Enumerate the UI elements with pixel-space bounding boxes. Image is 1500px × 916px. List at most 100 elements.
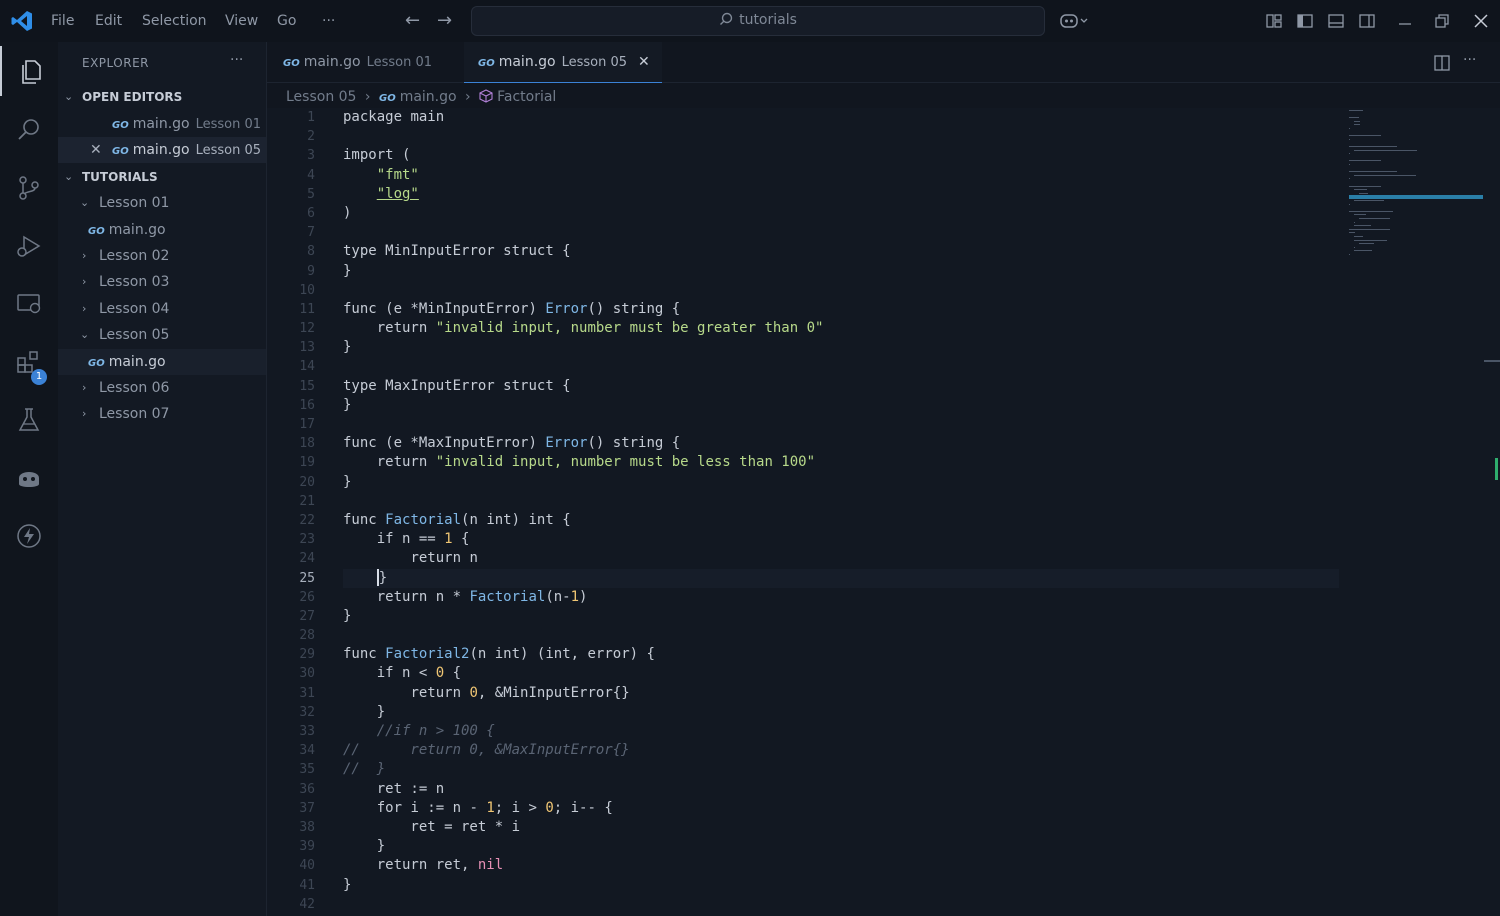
code-line: } [343, 339, 352, 356]
activity-remote-explorer[interactable] [0, 278, 58, 328]
minimize-icon[interactable] [1396, 12, 1414, 30]
activity-run-debug[interactable] [0, 220, 58, 270]
close-window-icon[interactable] [1472, 12, 1490, 30]
line-number: 18 [299, 436, 315, 452]
minimap-line [1353, 124, 1360, 126]
code-line: if n == 1 { [376, 531, 470, 548]
editor-more-actions-icon[interactable]: ··· [1463, 52, 1476, 68]
tree-folder-lesson-05[interactable]: ⌄ Lesson 05 [58, 322, 266, 348]
activity-explorer[interactable] [0, 46, 60, 96]
chevron-right-icon: › [82, 381, 87, 394]
workspace-section[interactable]: ⌄ TUTORIALS [58, 164, 266, 190]
line-number: 41 [299, 877, 315, 893]
tree-folder-lesson-01[interactable]: ⌄ Lesson 01 [58, 190, 266, 216]
forward-arrow-icon[interactable]: → [437, 10, 452, 31]
code-line: } [343, 607, 352, 624]
line-number: 24 [299, 551, 315, 567]
line-number: 3 [307, 148, 315, 164]
restore-icon[interactable] [1433, 12, 1451, 30]
minimap-line [1353, 221, 1355, 223]
chevron-down-icon: ⌄ [64, 90, 74, 103]
breadcrumb: Lesson 05 › GO main.go › Factorial [286, 86, 556, 108]
close-icon[interactable]: ✕ [90, 137, 102, 163]
close-tab-icon[interactable]: ✕ [638, 42, 650, 82]
code-line: func Factorial(n int) int { [343, 511, 571, 528]
line-number: 36 [299, 781, 315, 797]
minimap-line [1349, 232, 1355, 234]
menu-go[interactable]: Go [277, 0, 296, 42]
line-number: 29 [299, 647, 315, 663]
toggle-secondary-sidebar-icon[interactable] [1358, 12, 1376, 30]
customize-layout-icon[interactable] [1265, 12, 1283, 30]
line-number: 9 [307, 263, 315, 279]
menu-edit[interactable]: Edit [95, 0, 122, 42]
open-editor-item[interactable]: GO main.go Lesson 01 [58, 111, 266, 137]
activity-thunder-client[interactable] [0, 510, 58, 560]
code-line: func (e *MinInputError) Error() string { [343, 300, 681, 317]
line-number: 8 [307, 244, 315, 260]
line-number: 13 [299, 340, 315, 356]
code-content[interactable]: package main import ( "fmt" "log" ) type… [343, 108, 1343, 914]
breadcrumb-file[interactable]: GO main.go [379, 89, 457, 105]
line-number: 1 [307, 110, 315, 125]
code-line: func Factorial2(n int) (int, error) { [343, 646, 655, 663]
tab-main-go-lesson-01[interactable]: GO main.go Lesson 01 [267, 42, 463, 82]
tree-file-main-go-active[interactable]: GO main.go [58, 349, 266, 375]
split-editor-icon[interactable] [1433, 54, 1451, 72]
code-line: return "invalid input, number must be le… [376, 454, 816, 471]
vscode-logo-icon [11, 11, 32, 31]
menu-more[interactable]: ··· [322, 0, 335, 42]
activity-extensions[interactable]: 1 [0, 336, 58, 386]
editor-scrollbar[interactable] [1484, 108, 1500, 916]
line-number: 32 [299, 704, 315, 720]
minimap-line [1349, 210, 1394, 212]
chevron-right-icon: › [82, 275, 87, 288]
activity-bar: 1 [0, 42, 58, 916]
copilot-icon[interactable] [1060, 12, 1088, 30]
breadcrumb-folder[interactable]: Lesson 05 [286, 89, 356, 105]
code-editor[interactable]: 1 2 3 4 5 6 7 8 9 10 11 12 13 14 15 16 17 18 19 20 21 22 23 24 2… [267, 108, 1500, 916]
activity-search[interactable] [0, 104, 58, 154]
command-center-search[interactable]: tutorials [471, 6, 1045, 36]
back-arrow-icon[interactable]: ← [405, 10, 420, 31]
minimap-line [1349, 138, 1351, 140]
minimap-line [1349, 153, 1351, 155]
explorer-title: EXPLORER [82, 56, 149, 70]
activity-testing[interactable] [0, 394, 58, 444]
tree-folder-lesson-04[interactable]: › Lesson 04 [58, 296, 266, 322]
line-number: 19 [299, 455, 315, 471]
open-editors-section[interactable]: ⌄ OPEN EDITORS [58, 84, 266, 110]
line-number: 23 [299, 532, 315, 548]
activity-source-control[interactable] [0, 162, 58, 212]
explorer-more-button[interactable]: ··· [230, 52, 243, 68]
tree-file-main-go[interactable]: GO main.go [58, 217, 266, 243]
line-number: 28 [299, 628, 315, 644]
breadcrumb-symbol[interactable]: Factorial [479, 89, 556, 105]
tree-folder-lesson-02[interactable]: › Lesson 02 [58, 243, 266, 269]
open-editor-item-active[interactable]: ✕ GO main.go Lesson 05 [58, 137, 266, 163]
toggle-primary-sidebar-icon[interactable] [1296, 12, 1314, 30]
menu-view[interactable]: View [225, 0, 258, 42]
tree-folder-lesson-03[interactable]: › Lesson 03 [58, 269, 266, 295]
code-line: } [343, 876, 352, 893]
line-number: 25 [299, 570, 315, 586]
line-number: 4 [307, 167, 315, 183]
menu-file[interactable]: File [51, 0, 74, 42]
minimap-line [1353, 174, 1417, 176]
code-line: return n [410, 550, 478, 567]
tree-folder-lesson-07[interactable]: › Lesson 07 [58, 401, 266, 427]
menu-selection[interactable]: Selection [142, 0, 207, 42]
code-line: return 0, &MinInputError{} [410, 684, 630, 701]
toggle-panel-icon[interactable] [1327, 12, 1345, 30]
activity-copilot[interactable] [0, 452, 58, 502]
tree-folder-lesson-06[interactable]: › Lesson 06 [58, 375, 266, 401]
code-line: type MaxInputError struct { [343, 377, 571, 394]
go-file-icon: GO [283, 58, 300, 69]
tab-main-go-lesson-05[interactable]: GO main.go Lesson 05 ✕ [464, 42, 662, 83]
minimap[interactable] [1345, 108, 1485, 268]
cube-symbol-icon [479, 89, 493, 103]
